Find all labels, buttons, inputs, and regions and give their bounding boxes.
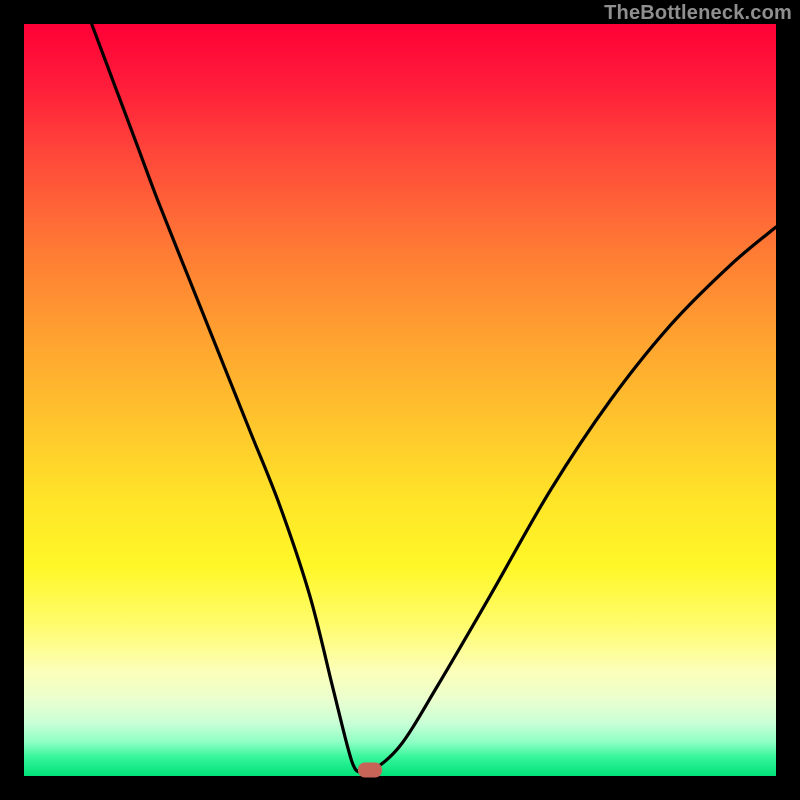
optimum-marker (358, 762, 382, 777)
bottleneck-curve (24, 24, 776, 776)
watermark-text: TheBottleneck.com (604, 2, 792, 25)
chart-container: TheBottleneck.com (0, 0, 800, 800)
plot-area (24, 24, 776, 776)
